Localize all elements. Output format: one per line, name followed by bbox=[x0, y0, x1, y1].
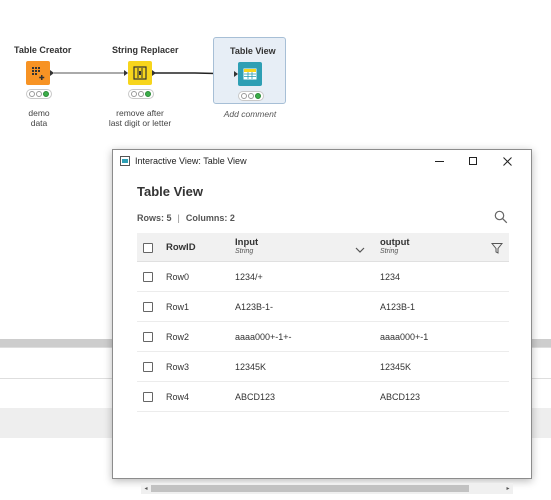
output-cell: aaaa000+-1 bbox=[380, 332, 429, 342]
stats-separator: | bbox=[177, 213, 180, 223]
columns-count: Columns: 2 bbox=[185, 213, 235, 223]
node-title-table-view: Table View bbox=[230, 46, 276, 56]
close-icon bbox=[502, 156, 512, 166]
column-type: String bbox=[380, 248, 399, 255]
add-comment-placeholder[interactable]: Add comment bbox=[222, 109, 278, 119]
chevron-down-icon bbox=[355, 247, 365, 253]
column-name: output bbox=[380, 237, 410, 248]
input-cell: aaaa000+-1+- bbox=[235, 332, 292, 342]
output-cell: 1234 bbox=[380, 272, 401, 282]
row-checkbox[interactable] bbox=[143, 362, 153, 372]
rows-count: Rows: 5 bbox=[137, 213, 172, 223]
maximize-icon bbox=[469, 157, 477, 165]
table-view-content: Table View Rows: 5 | Columns: 2 RowID In… bbox=[117, 172, 528, 494]
row-id-cell: Row1 bbox=[166, 302, 190, 312]
input-cell: 1234/+ bbox=[235, 272, 263, 282]
filter-button[interactable] bbox=[490, 241, 504, 254]
column-type: String bbox=[235, 248, 254, 255]
string-replacer-node-icon[interactable] bbox=[128, 61, 152, 85]
column-sort-button[interactable] bbox=[355, 242, 365, 253]
row-checkbox[interactable] bbox=[143, 272, 153, 282]
horizontal-scrollbar[interactable]: ◂ ▸ bbox=[141, 483, 513, 494]
output-cell: A123B-1 bbox=[380, 302, 416, 312]
window-titlebar[interactable]: Interactive View: Table View bbox=[113, 150, 531, 172]
node-status-table-view bbox=[238, 91, 264, 101]
window-title: Interactive View: Table View bbox=[135, 156, 247, 166]
node-status-string-replacer bbox=[128, 89, 154, 99]
output-cell: 12345K bbox=[380, 362, 412, 372]
output-port[interactable] bbox=[152, 70, 156, 76]
scrollbar-thumb[interactable] bbox=[151, 485, 469, 492]
output-cell: ABCD123 bbox=[380, 392, 421, 402]
table-row[interactable]: Row2 aaaa000+-1+- aaaa000+-1 bbox=[137, 322, 509, 352]
row-id-cell: Row3 bbox=[166, 362, 190, 372]
table-row[interactable]: Row3 12345K 12345K bbox=[137, 352, 509, 382]
comment-line: last digit or letter bbox=[108, 118, 172, 128]
interactive-view-window: Interactive View: Table View Table View … bbox=[112, 149, 532, 494]
row-checkbox[interactable] bbox=[143, 302, 153, 312]
table-stats: Rows: 5 | Columns: 2 bbox=[137, 213, 235, 223]
filter-icon bbox=[490, 243, 504, 254]
table-header: RowID Input String output String bbox=[137, 233, 509, 262]
search-button[interactable] bbox=[494, 210, 508, 224]
input-cell: ABCD123 bbox=[235, 392, 276, 402]
search-icon bbox=[494, 210, 508, 224]
scroll-left-arrow[interactable]: ◂ bbox=[141, 483, 151, 494]
row-checkbox[interactable] bbox=[143, 392, 153, 402]
minimize-icon bbox=[434, 160, 444, 162]
scroll-right-arrow[interactable]: ▸ bbox=[503, 483, 513, 494]
column-name: Input bbox=[235, 237, 259, 248]
table-view-node-icon[interactable] bbox=[238, 62, 262, 86]
node-title-string-replacer: String Replacer bbox=[112, 45, 179, 55]
row-id-cell: Row0 bbox=[166, 272, 190, 282]
table-row[interactable]: Row1 A123B-1- A123B-1 bbox=[137, 292, 509, 322]
view-heading: Table View bbox=[137, 184, 203, 199]
table-row[interactable]: Row4 ABCD123 ABCD123 bbox=[137, 382, 509, 412]
input-cell: A123B-1- bbox=[235, 302, 274, 312]
maximize-button[interactable] bbox=[457, 150, 489, 172]
input-cell: 12345K bbox=[235, 362, 267, 372]
row-id-cell: Row4 bbox=[166, 392, 190, 402]
string-replace-icon bbox=[133, 66, 147, 80]
comment-line: remove after bbox=[116, 108, 164, 118]
select-all-checkbox[interactable] bbox=[143, 243, 153, 253]
data-table: RowID Input String output String Row0 12… bbox=[137, 233, 509, 412]
table-grid-icon bbox=[243, 68, 257, 80]
window-app-icon bbox=[120, 156, 130, 166]
table-row[interactable]: Row0 1234/+ 1234 bbox=[137, 262, 509, 292]
minimize-button[interactable] bbox=[423, 150, 455, 172]
row-checkbox[interactable] bbox=[143, 332, 153, 342]
row-id-cell: Row2 bbox=[166, 332, 190, 342]
column-name: RowID bbox=[166, 242, 196, 253]
node-comment-string-replacer[interactable]: remove after last digit or letter bbox=[100, 108, 180, 128]
close-button[interactable] bbox=[491, 150, 523, 172]
